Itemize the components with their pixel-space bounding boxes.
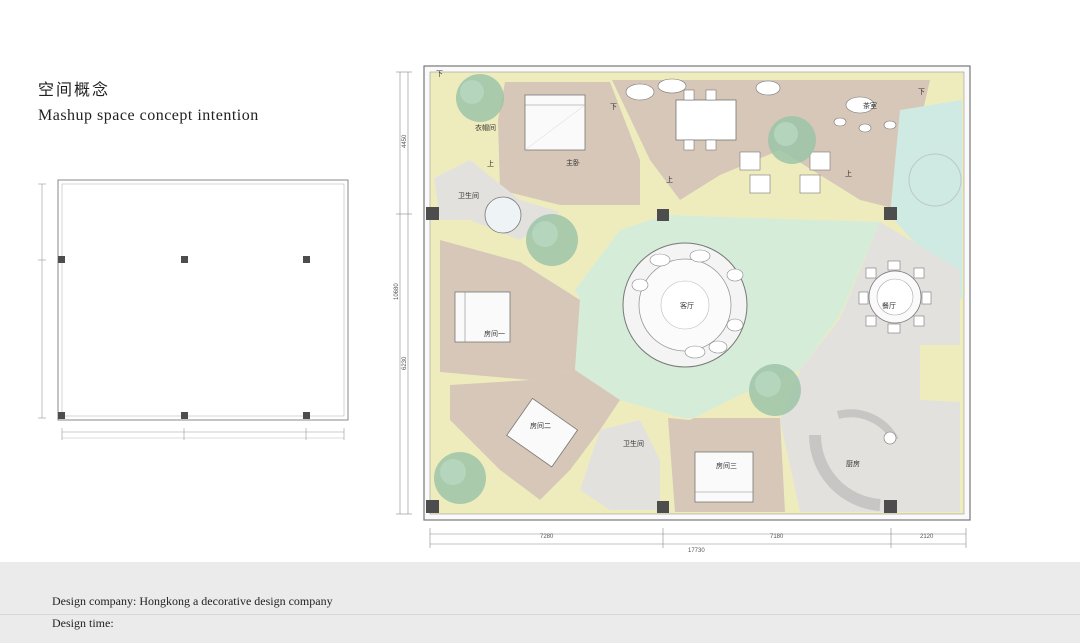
bedroom-3-bed xyxy=(694,451,754,503)
dim-segment-1: 7280 xyxy=(540,534,554,540)
dim-total-width: 17730 xyxy=(688,548,705,554)
dim-upper-height: 4450 xyxy=(402,134,408,148)
stair-up-mark: 上 xyxy=(845,169,852,178)
column-marker xyxy=(181,256,188,263)
footer-company: Design company: Hongkong a decorative de… xyxy=(52,594,333,608)
footer-design-time: Design time: xyxy=(52,616,114,630)
column-marker xyxy=(58,256,65,263)
column-marker xyxy=(303,412,310,419)
dining-table xyxy=(858,260,932,334)
column-marker xyxy=(181,412,188,419)
floor-plan-diagram: 7280 7180 2120 17730 4450 10680 6230 衣帽间… xyxy=(38,65,971,554)
dim-segment-2: 7180 xyxy=(770,534,784,540)
label-cloakroom: 衣帽间 xyxy=(475,123,496,132)
dim-total-height: 10680 xyxy=(394,283,400,300)
stair-down-mark: 下 xyxy=(918,88,925,96)
label-bedroom-3: 房间三 xyxy=(716,461,737,470)
stair-up-mark: 上 xyxy=(666,175,673,184)
stair-down-mark: 下 xyxy=(610,103,617,111)
label-master-bedroom: 主卧 xyxy=(566,158,580,167)
stair-down-mark: 下 xyxy=(436,70,443,78)
dim-lower-height: 6230 xyxy=(402,356,408,370)
label-dining-room: 餐厅 xyxy=(882,301,896,310)
label-bedroom-2: 房间二 xyxy=(530,421,551,430)
column-marker xyxy=(303,256,310,263)
label-tea-room: 茶室 xyxy=(863,101,877,110)
label-bathroom-2: 卫生间 xyxy=(623,439,644,448)
label-bedroom-1: 房间一 xyxy=(484,329,505,338)
dim-segment-3: 2120 xyxy=(920,534,934,540)
stair-up-mark: 上 xyxy=(487,159,494,168)
main-floor-plan: 7280 7180 2120 17730 4450 10680 6230 衣帽间… xyxy=(394,65,971,554)
empty-concept-plan xyxy=(38,179,349,440)
footer-divider xyxy=(0,614,1080,615)
master-bed xyxy=(524,94,586,151)
label-living-room: 客厅 xyxy=(680,301,694,310)
column-marker xyxy=(58,412,65,419)
label-kitchen: 厨房 xyxy=(846,459,860,468)
label-bathroom-1: 卫生间 xyxy=(458,191,479,200)
bathtub xyxy=(484,196,522,234)
